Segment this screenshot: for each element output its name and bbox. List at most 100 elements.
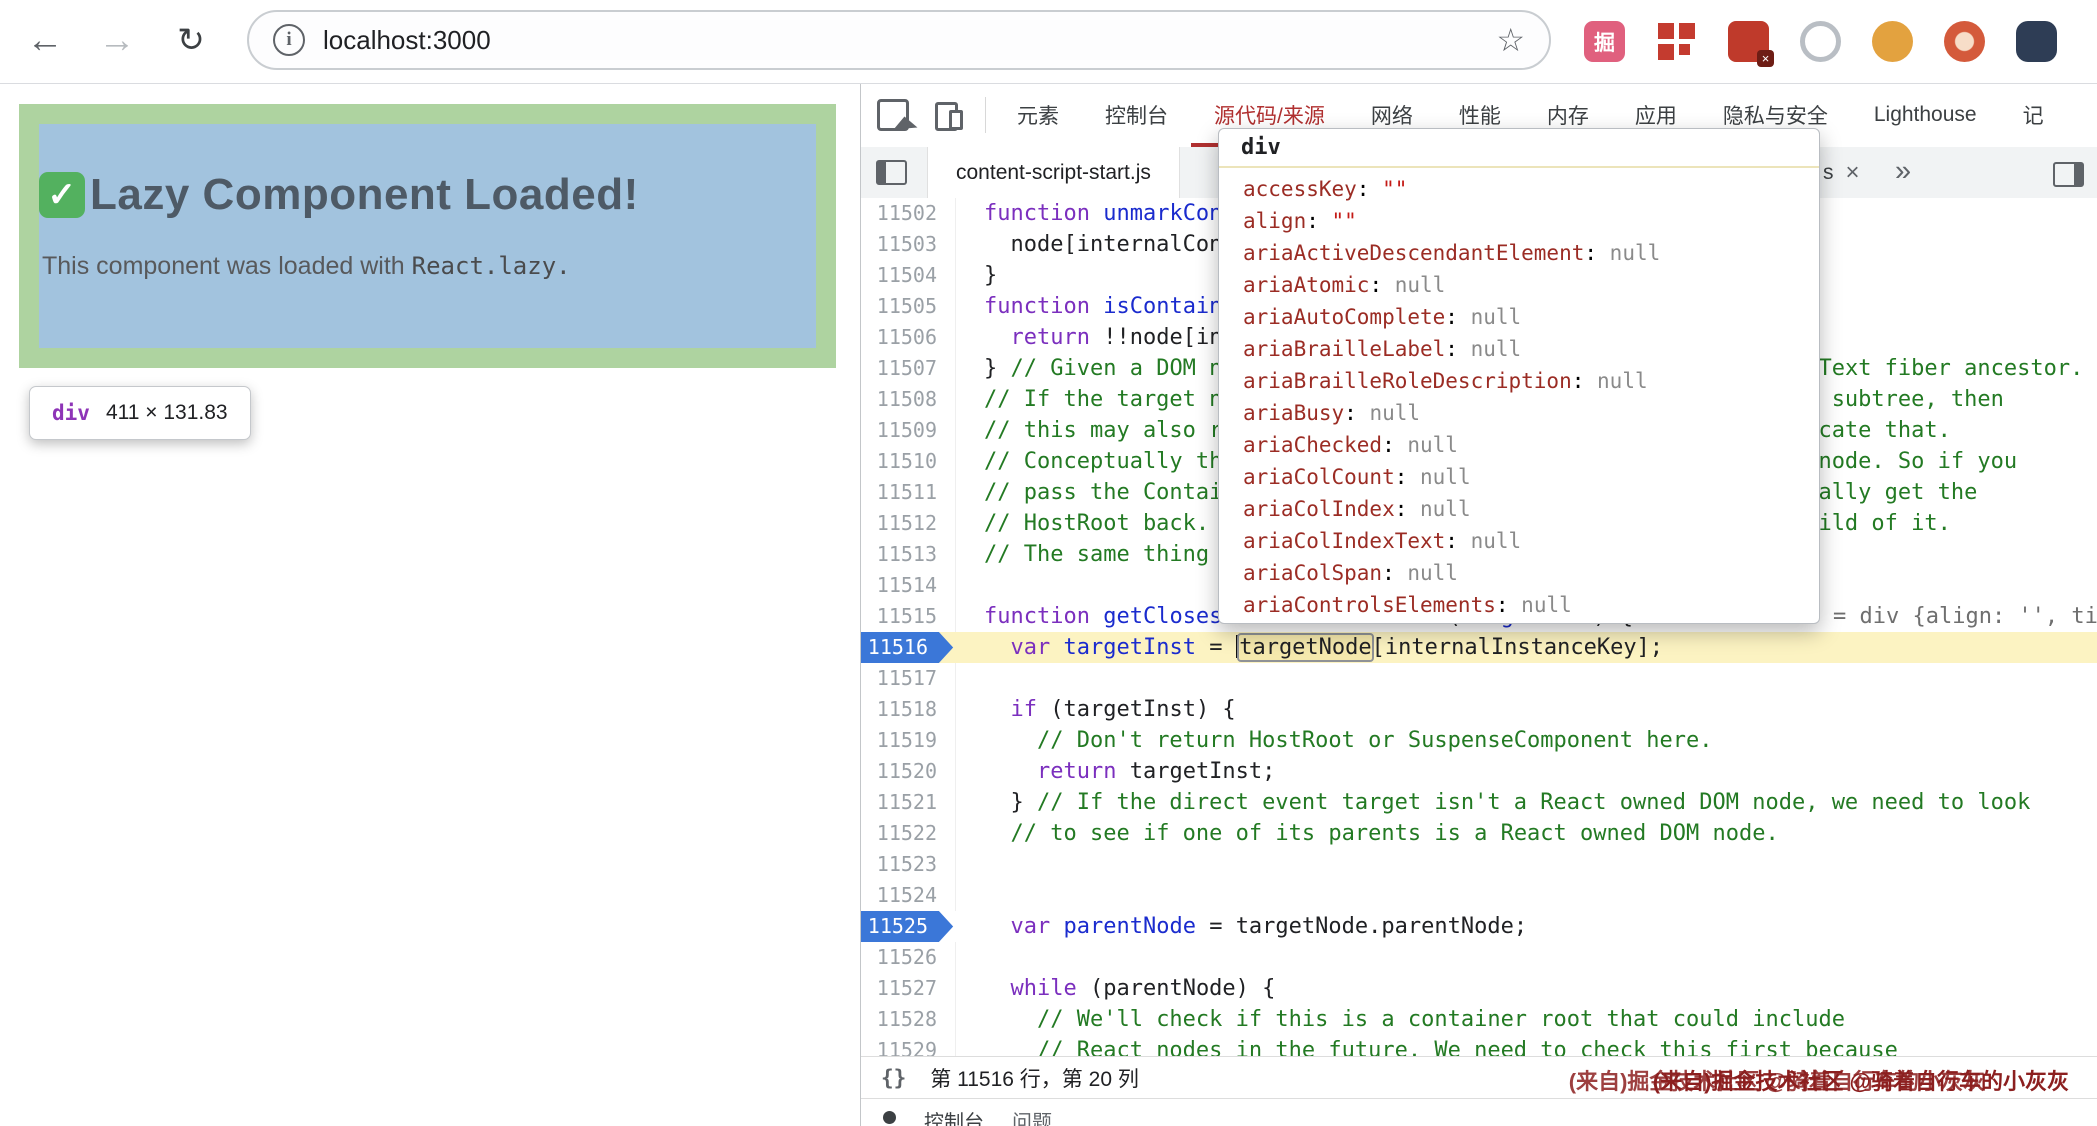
code-line-11516: 11516 var targetInst = targetNode[intern… — [861, 632, 2097, 663]
property-name: ariaColCount — [1243, 465, 1395, 489]
info-glyph: i — [286, 29, 291, 51]
line-number-11502[interactable]: 11502 — [861, 198, 956, 229]
toolbar-separator — [985, 97, 986, 133]
device-toolbar-icon[interactable] — [935, 102, 965, 128]
property-name: ariaAutoComplete — [1243, 305, 1445, 329]
code-line-11522: 11522 // to see if one of its parents is… — [861, 818, 2097, 849]
code-line-11525: 11525 var parentNode = targetNode.parent… — [861, 911, 2097, 942]
line-number-11507[interactable]: 11507 — [861, 353, 956, 384]
qr-extension-icon[interactable] — [1656, 21, 1697, 62]
line-number-11529[interactable]: 11529 — [861, 1035, 956, 1056]
juejin-extension-icon[interactable]: 掘 — [1584, 21, 1625, 62]
property-name: ariaColSpan — [1243, 561, 1382, 585]
line-number-11518[interactable]: 11518 — [861, 694, 956, 725]
devtools-tab-2[interactable]: 控制台 — [1082, 83, 1191, 147]
line-number-11515[interactable]: 11515 — [861, 601, 956, 632]
more-tabs-icon[interactable]: » — [1895, 155, 1911, 188]
code-line-11523: 11523 — [861, 849, 2097, 880]
property-separator: : — [1445, 337, 1470, 361]
line-number-11521[interactable]: 11521 — [861, 787, 956, 818]
line-number-11526[interactable]: 11526 — [861, 942, 956, 973]
address-bar[interactable]: i localhost:3000 ☆ — [247, 10, 1551, 70]
line-number-11511[interactable]: 11511 — [861, 477, 956, 508]
line-number-11506[interactable]: 11506 — [861, 322, 956, 353]
property-name: ariaChecked — [1243, 433, 1382, 457]
line-number-11522[interactable]: 11522 — [861, 818, 956, 849]
navy-extension-icon[interactable] — [2016, 21, 2057, 62]
line-number-11505[interactable]: 11505 — [861, 291, 956, 322]
line-number-11508[interactable]: 11508 — [861, 384, 956, 415]
code-text[interactable] — [956, 880, 2097, 911]
code-text[interactable]: } // If the direct event target isn't a … — [956, 787, 2097, 818]
drawer-tab-console[interactable]: 控制台 — [924, 1106, 984, 1126]
line-number-11524[interactable]: 11524 — [861, 880, 956, 911]
lazy-body-code: React.lazy. — [412, 252, 571, 280]
red-grid-extension-icon[interactable] — [1728, 21, 1769, 62]
breakpoint-badge-11516[interactable]: 11516 — [861, 632, 956, 663]
file-tab[interactable]: content-script-start.js — [927, 147, 1180, 198]
code-text[interactable]: // React nodes in the future. We need to… — [956, 1035, 2097, 1056]
drawer-tab-issues[interactable]: 问题 — [1012, 1106, 1052, 1126]
line-number-11523[interactable]: 11523 — [861, 849, 956, 880]
property-value: null — [1471, 337, 1522, 361]
reload-button[interactable]: ↻ — [168, 16, 214, 64]
gray-ring-extension-icon[interactable] — [1800, 21, 1841, 62]
back-button[interactable]: ← — [22, 16, 68, 64]
code-text[interactable] — [956, 849, 2097, 880]
orange-extension-icon[interactable] — [1872, 21, 1913, 62]
code-text[interactable] — [956, 942, 2097, 973]
inspect-element-icon[interactable] — [877, 99, 909, 131]
line-number-11503[interactable]: 11503 — [861, 229, 956, 260]
breakpoint-badge-11525[interactable]: 11525 — [861, 911, 956, 942]
line-number-11520[interactable]: 11520 — [861, 756, 956, 787]
property-name: ariaAtomic — [1243, 273, 1369, 297]
site-info-icon[interactable]: i — [273, 24, 305, 56]
code-text[interactable]: // Don't return HostRoot or SuspenseComp… — [956, 725, 2097, 756]
sidebar-toggle-icon[interactable] — [2053, 162, 2084, 187]
cut-file-tab[interactable]: s × — [1823, 147, 1860, 198]
line-number-11519[interactable]: 11519 — [861, 725, 956, 756]
code-line-11529: 11529 // React nodes in the future. We n… — [861, 1035, 2097, 1056]
code-text[interactable]: return targetInst; — [956, 756, 2097, 787]
code-text[interactable]: // We'll check if this is a container ro… — [956, 1004, 2097, 1035]
close-tab-icon[interactable]: × — [1846, 159, 1860, 187]
code-text[interactable]: while (parentNode) { — [956, 973, 2097, 1004]
popover-property: ariaColIndex: null — [1243, 493, 1819, 525]
line-number-11528[interactable]: 11528 — [861, 1004, 956, 1035]
line-number-11509[interactable]: 11509 — [861, 415, 956, 446]
cursor-icon — [894, 117, 918, 141]
url-text[interactable]: localhost:3000 — [323, 25, 491, 56]
code-line-11518: 11518 if (targetInst) { — [861, 694, 2097, 725]
inspected-element-overlay[interactable]: ✓ Lazy Component Loaded! This component … — [19, 104, 836, 368]
line-number-11513[interactable]: 11513 — [861, 539, 956, 570]
code-text[interactable] — [956, 663, 2097, 694]
property-separator: : — [1584, 241, 1609, 265]
property-value: null — [1521, 593, 1572, 617]
property-name: ariaBrailleLabel — [1243, 337, 1445, 361]
line-number-11527[interactable]: 11527 — [861, 973, 956, 1004]
orange-ring-extension-icon[interactable] — [1944, 21, 1985, 62]
line-number-11510[interactable]: 11510 — [861, 446, 956, 477]
bookmark-star-icon[interactable]: ☆ — [1496, 21, 1525, 59]
code-text[interactable]: // to see if one of its parents is a Rea… — [956, 818, 2097, 849]
code-text[interactable]: var targetInst = targetNode[internalInst… — [956, 632, 2097, 663]
line-number-11512[interactable]: 11512 — [861, 508, 956, 539]
content: ✓ Lazy Component Loaded! This component … — [0, 83, 2097, 1126]
devtools-tab-1[interactable]: 元素 — [994, 83, 1082, 147]
devtools-tab-10[interactable]: 记 — [2000, 83, 2067, 147]
line-number-11514[interactable]: 11514 — [861, 570, 956, 601]
property-name: ariaActiveDescendantElement — [1243, 241, 1584, 265]
popover-property: ariaBrailleLabel: null — [1243, 333, 1819, 365]
property-value: null — [1610, 241, 1661, 265]
code-text[interactable]: if (targetInst) { — [956, 694, 2097, 725]
code-line-11528: 11528 // We'll check if this is a contai… — [861, 1004, 2097, 1035]
line-number-11517[interactable]: 11517 — [861, 663, 956, 694]
device-frames — [935, 102, 958, 131]
property-separator: : — [1344, 401, 1369, 425]
forward-button[interactable]: → — [94, 16, 140, 64]
navigator-toggle-icon[interactable] — [876, 160, 907, 185]
line-number-11504[interactable]: 11504 — [861, 260, 956, 291]
format-braces-icon[interactable]: {} — [881, 1066, 906, 1090]
code-text[interactable]: var parentNode = targetNode.parentNode; — [956, 911, 2097, 942]
devtools-tab-9[interactable]: Lighthouse — [1851, 83, 2000, 147]
